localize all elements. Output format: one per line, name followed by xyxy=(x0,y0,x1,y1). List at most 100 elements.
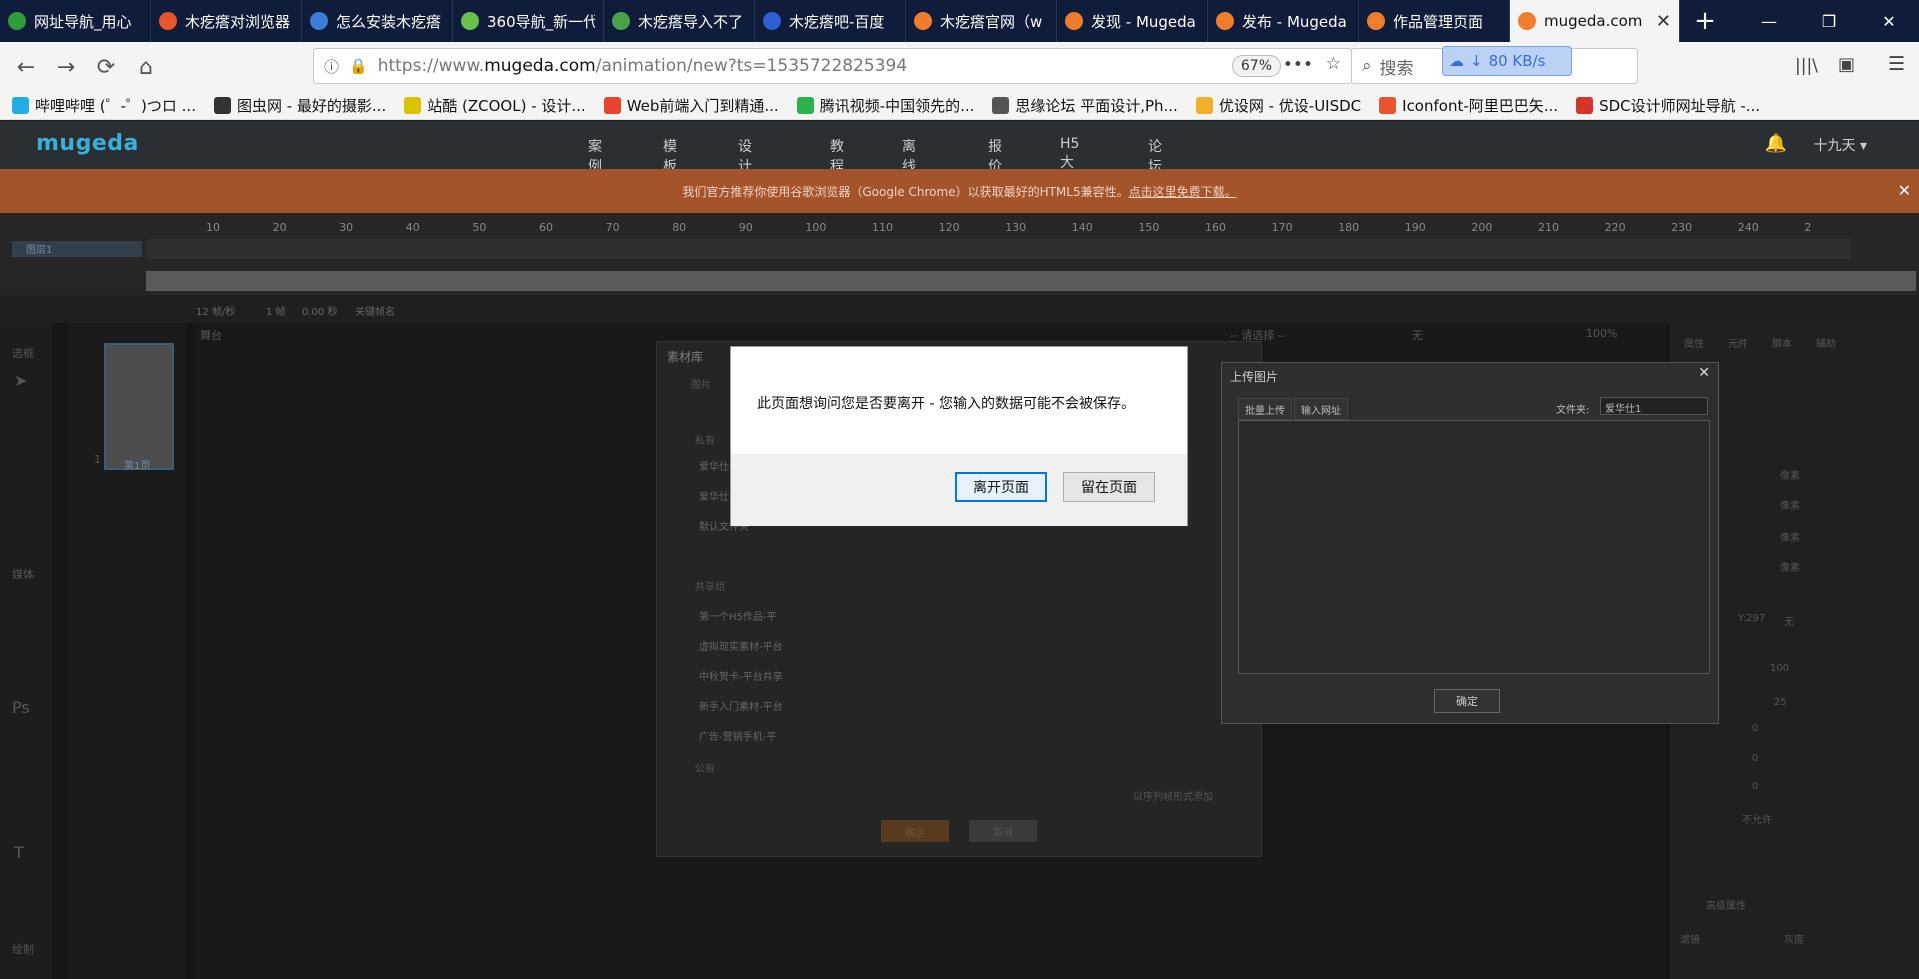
ruler-tick: 80 xyxy=(672,221,687,234)
leave-page-button[interactable]: 离开页面 xyxy=(955,472,1047,502)
ruler-tick: 160 xyxy=(1205,221,1226,234)
asset-tab-images[interactable]: 图片 xyxy=(691,376,711,391)
tool-section-select: 选框 xyxy=(12,347,34,360)
browser-notice-banner: 我们官方推荐你使用谷歌浏览器（Google Chrome）以获取最好的HTML5… xyxy=(0,169,1919,213)
user-menu[interactable]: 十九天 ▾ xyxy=(1814,135,1867,155)
bookmark-item[interactable]: 图虫网 - 最好的摄影... xyxy=(213,95,386,116)
layer-row[interactable]: 图层1 xyxy=(12,241,142,257)
close-window-icon[interactable]: ✕ xyxy=(1859,0,1919,42)
frame-ruler: 10 20 30 40 50 60 70 80 90 100 110 120 130 140 150 160 1… xyxy=(146,221,1836,235)
frame-track[interactable] xyxy=(146,239,1851,259)
bookmark-item[interactable]: 站酷 (ZCOOL) - 设计... xyxy=(404,95,586,116)
property-value: 0 xyxy=(1752,781,1759,792)
tab-label: 发布 - Mugeda xyxy=(1242,12,1347,31)
properties-tab[interactable]: 元件 xyxy=(1728,335,1748,350)
stage-zoom[interactable]: 100% xyxy=(1586,327,1617,340)
properties-tab[interactable]: 属性 xyxy=(1684,335,1704,350)
reload-icon[interactable]: ⟳ xyxy=(86,47,126,87)
address-bar[interactable]: ⓘ 🔒 https://www.mugeda.com/animation/new… xyxy=(313,48,1352,84)
page-actions-icon[interactable]: ••• xyxy=(1283,55,1313,75)
tab-4[interactable]: 木疙瘩导入不了 xyxy=(604,0,755,42)
close-icon[interactable]: ✕ xyxy=(1698,365,1710,381)
ruler-tick: 20 xyxy=(272,221,287,234)
group-shared[interactable]: 共享组 xyxy=(695,578,725,593)
library-icon[interactable]: |||\ xyxy=(1795,56,1818,76)
sequence-checkbox-label[interactable]: 以序列帧形式添加 xyxy=(1133,788,1213,803)
properties-tab[interactable]: 脚本 xyxy=(1772,335,1792,350)
ps-tool-icon[interactable]: Ps xyxy=(12,698,30,717)
tab-7[interactable]: 发现 - Mugeda xyxy=(1057,0,1208,42)
timeline-toolstrip: 12 帧/秒 1 帧 0.00 秒 关键帧名 xyxy=(0,295,1919,323)
page-thumbnail[interactable]: 第1页 xyxy=(104,343,174,472)
shared-folder-item[interactable]: 虚拟现实素材-平台 xyxy=(699,638,783,653)
bell-icon[interactable]: 🔔 xyxy=(1765,133,1787,154)
360-icon xyxy=(461,12,479,30)
bookmark-item[interactable]: 思缘论坛 平面设计,Ph... xyxy=(992,95,1178,116)
tab-1[interactable]: 木疙瘩对浏览器 xyxy=(151,0,302,42)
close-icon[interactable]: ✕ xyxy=(1898,181,1911,200)
shared-folder-item[interactable]: 第一个H5作品-平 xyxy=(699,608,777,623)
menu-icon[interactable]: ☰ xyxy=(1888,53,1905,75)
bookmark-item[interactable]: Iconfont-阿里巴巴矢... xyxy=(1379,95,1558,116)
tab-5[interactable]: 木疙瘩吧-百度 xyxy=(755,0,906,42)
download-speed-badge[interactable]: ☁ ↓ 80 KB/s xyxy=(1442,46,1572,76)
notice-download-link[interactable]: 点击这里免费下载。 xyxy=(1129,183,1237,200)
tab-input-url[interactable]: 输入网址 xyxy=(1294,398,1348,420)
property-value: 像素 xyxy=(1780,471,1800,482)
group-public[interactable]: 公有 xyxy=(695,760,715,775)
folder-select[interactable]: 爱华仕1 xyxy=(1600,397,1708,415)
sidebar-icon[interactable]: ▣ xyxy=(1838,54,1855,75)
group-private[interactable]: 私有 xyxy=(695,432,715,447)
text-tool-icon[interactable]: T xyxy=(14,843,24,862)
home-icon[interactable]: ⌂ xyxy=(126,47,166,87)
leave-page-confirm-dialog: 此页面想询问您是否要离开 - 您输入的数据可能不会被保存。 离开页面 留在页面 xyxy=(730,346,1188,526)
bookmark-item[interactable]: 优设网 - 优设-UISDC xyxy=(1195,95,1361,116)
tab-10[interactable]: mugeda.com ✕ xyxy=(1510,0,1680,42)
tab-6[interactable]: 木疙瘩官网（w xyxy=(906,0,1057,42)
upload-drop-area[interactable] xyxy=(1238,420,1710,674)
tab-9[interactable]: 作品管理页面 xyxy=(1359,0,1510,42)
bookmark-item[interactable]: 哔哩哔哩 (゜-゜)つロ ... xyxy=(12,95,196,116)
tab-0[interactable]: 网址导航_用心 xyxy=(0,0,151,42)
close-tab-icon[interactable]: ✕ xyxy=(1656,11,1671,32)
back-icon[interactable]: ← xyxy=(6,47,46,87)
page-number: 1 xyxy=(94,453,101,466)
asset-cancel-button[interactable]: 取消 xyxy=(969,820,1037,842)
tab-batch-upload[interactable]: 批量上传 xyxy=(1238,398,1292,420)
ruler-tick: 60 xyxy=(539,221,553,234)
asset-ok-button[interactable]: 确定 xyxy=(881,820,949,842)
bookmark-item[interactable]: Web前端入门到精通... xyxy=(603,95,779,116)
tab-8[interactable]: 发布 - Mugeda xyxy=(1208,0,1359,42)
property-value: 0 xyxy=(1752,753,1759,764)
bookmark-item[interactable]: 腾讯视频-中国领先的... xyxy=(796,95,974,116)
bookmark-star-icon[interactable]: ☆ xyxy=(1326,54,1341,74)
tab-2[interactable]: 怎么安装木疙瘩 xyxy=(302,0,453,42)
window-controls: — ❐ ✕ xyxy=(1739,0,1919,42)
timeline-scrollbar[interactable] xyxy=(146,271,1916,291)
mugeda-icon xyxy=(1518,12,1536,30)
forward-icon[interactable]: → xyxy=(46,47,86,87)
shared-folder-item[interactable]: 广告-营销手机-平 xyxy=(699,728,776,743)
tab-label: 木疙瘩导入不了 xyxy=(638,12,744,31)
zoom-badge[interactable]: 67% xyxy=(1231,55,1281,77)
folder-item[interactable]: 爱华仕 xyxy=(699,488,729,503)
bookmark-favicon-icon xyxy=(404,97,422,114)
bookmarks-bar: 哔哩哔哩 (゜-゜)つロ ... 图虫网 - 最好的摄影... 站酷 (ZCOOL)… xyxy=(0,92,1919,120)
minimize-icon[interactable]: — xyxy=(1739,0,1799,42)
shared-folder-item[interactable]: 中秋贺卡-平台共享 xyxy=(699,668,783,683)
bookmark-item[interactable]: SDC设计师网址导航 -... xyxy=(1576,95,1760,116)
arrow-tool-icon[interactable]: ➤ xyxy=(14,371,27,390)
new-tab-button[interactable]: + xyxy=(1680,0,1730,42)
info-icon[interactable]: ⓘ xyxy=(324,56,339,77)
properties-tab[interactable]: 辅助 xyxy=(1816,335,1836,350)
shared-folder-item[interactable]: 新手入门素材-平台 xyxy=(699,698,783,713)
restore-icon[interactable]: ❐ xyxy=(1799,0,1859,42)
tab-3[interactable]: 360导航_新一代 xyxy=(453,0,604,42)
property-value: 像素 xyxy=(1780,563,1800,574)
upload-ok-button[interactable]: 确定 xyxy=(1434,689,1500,713)
tab-label: 作品管理页面 xyxy=(1393,12,1484,31)
tab-label: 怎么安装木疙瘩 xyxy=(336,12,442,31)
site-logo[interactable]: mugeda xyxy=(36,131,139,156)
none-dropdown[interactable]: 无 xyxy=(1412,327,1423,343)
stay-page-button[interactable]: 留在页面 xyxy=(1063,472,1155,502)
